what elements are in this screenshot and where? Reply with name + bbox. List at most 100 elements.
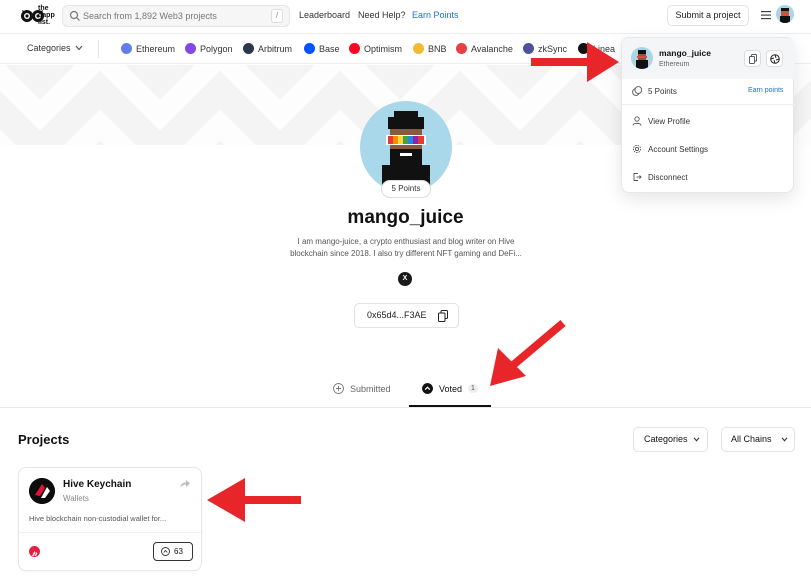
copy-icon [438, 310, 448, 322]
menu-points-row: 5 Points [632, 86, 677, 96]
user-dropdown-menu: mango_juice Ethereum 5 Points Earn point… [621, 37, 795, 193]
profile-username: mango_juice [347, 207, 464, 228]
submit-project-button[interactable]: Submit a project [667, 5, 749, 26]
hive-keychain-logo [29, 478, 55, 504]
menu-user-header: mango_juice Ethereum [622, 38, 795, 79]
keychain-icon [29, 478, 55, 504]
chain-label: Base [319, 43, 340, 54]
user-avatar-button[interactable] [776, 5, 794, 23]
chain-ethereum[interactable]: Ethereum [121, 43, 175, 54]
earn-points-link[interactable]: Earn points [748, 87, 783, 94]
plus-circle-icon [333, 383, 344, 394]
logo-text-line: dapp [38, 12, 55, 19]
logo-text-line: list. [38, 19, 51, 26]
menu-chain-name: Ethereum [659, 61, 690, 68]
tab-submitted[interactable]: Submitted [333, 383, 391, 394]
divider [19, 532, 203, 533]
chain-label: Ethereum [136, 43, 176, 54]
search-placeholder: Search from 1,892 Web3 projects [83, 11, 217, 21]
logo-text-line: the [38, 5, 49, 12]
bnb-icon [413, 43, 424, 54]
user-icon [632, 116, 642, 126]
wallet-address: 0x65d4...F3AE [367, 310, 427, 320]
avalanche-icon [456, 43, 467, 54]
copy-icon [749, 54, 757, 64]
chain-arbitrum[interactable]: Arbitrum [243, 43, 292, 54]
project-card[interactable]: Hive Keychain Wallets Hive blockchain no… [18, 467, 203, 571]
upvote-icon [422, 383, 433, 394]
search-input[interactable]: Search from 1,892 Web3 projects / [62, 5, 290, 27]
x-social-icon[interactable]: X [398, 272, 412, 286]
logout-icon [633, 173, 642, 181]
chain-bnb[interactable]: BNB [413, 43, 447, 54]
earn-points-link[interactable]: Earn Points [412, 10, 459, 20]
dropdown-label: All Chains [731, 434, 772, 444]
chain-avalanche[interactable]: Avalanche [456, 43, 513, 54]
chain-label: Polygon [200, 43, 233, 54]
points-label: 5 Points [648, 86, 677, 96]
categories-filter-dropdown[interactable]: Categories [633, 427, 708, 452]
project-category: Wallets [63, 494, 89, 503]
tab-voted[interactable]: Voted 1 [422, 383, 478, 394]
top-header: the dapp list. Search from 1,892 Web3 pr… [0, 0, 811, 34]
gear-icon [632, 144, 642, 154]
red-arrow-annotation-icon [531, 42, 619, 82]
dropdown-label: Categories [644, 434, 688, 444]
menu-item-view-profile[interactable]: View Profile [632, 116, 690, 126]
leaderboard-link[interactable]: Leaderboard [299, 10, 350, 20]
categories-menu[interactable]: Categories [27, 43, 71, 53]
chevron-down-icon[interactable] [75, 45, 83, 51]
wallet-address-button[interactable]: 0x65d4...F3AE [354, 303, 459, 328]
chain-optimism[interactable]: Optimism [349, 43, 402, 54]
red-arrow-annotation-icon [207, 478, 301, 522]
chain-label: Avalanche [471, 43, 513, 54]
upvote-check-icon [161, 547, 170, 556]
chevron-down-icon [693, 437, 700, 442]
menu-item-disconnect[interactable]: Disconnect [632, 172, 688, 182]
chain-label: Optimism [364, 43, 402, 54]
copy-address-button[interactable] [744, 50, 761, 67]
avatar [631, 47, 653, 69]
vote-count: 63 [174, 547, 183, 556]
voted-count-badge: 1 [468, 384, 478, 393]
hamburger-menu-icon[interactable] [761, 10, 771, 20]
chains-filter-dropdown[interactable]: All Chains [721, 427, 795, 452]
profile-bio: I am mango-juice, a crypto enthusiast an… [290, 237, 522, 258]
menu-item-label: Disconnect [648, 172, 688, 182]
tab-label: Voted [439, 383, 463, 394]
chevron-down-icon [781, 437, 788, 442]
share-icon[interactable] [180, 480, 190, 488]
vote-button[interactable]: 63 [153, 542, 193, 561]
menu-item-label: Account Settings [648, 144, 709, 154]
coins-icon [632, 86, 642, 96]
chain-polygon[interactable]: Polygon [185, 43, 233, 54]
polygon-icon [185, 43, 196, 54]
optimism-icon [349, 43, 360, 54]
divider [0, 407, 811, 408]
chain-base[interactable]: Base [304, 43, 340, 54]
logo-wordmark: the dapp list. [38, 5, 55, 26]
divider [622, 104, 795, 105]
menu-username: mango_juice [659, 48, 711, 58]
chain-label: BNB [428, 43, 447, 54]
pixel-avatar-icon [780, 8, 790, 23]
projects-heading: Projects [18, 432, 70, 447]
ethereum-icon [121, 43, 132, 54]
chain-label: Arbitrum [258, 43, 293, 54]
tab-label: Submitted [350, 383, 391, 394]
red-arrow-annotation-icon [490, 319, 566, 386]
project-title[interactable]: Hive Keychain [63, 479, 131, 490]
aperture-icon [770, 54, 780, 64]
arbitrum-icon [243, 43, 254, 54]
points-badge: 5 Points [381, 180, 431, 198]
base-icon [304, 43, 315, 54]
project-description: Hive blockchain non-custodial wallet for… [29, 514, 167, 523]
menu-item-account-settings[interactable]: Account Settings [632, 144, 708, 154]
divider [98, 40, 99, 58]
need-help-link[interactable]: Need Help? [358, 10, 406, 20]
network-settings-button[interactable] [766, 50, 783, 67]
hive-chain-icon [29, 546, 40, 557]
search-shortcut-key: / [271, 9, 283, 23]
search-icon [69, 10, 80, 21]
pixel-avatar-icon [636, 50, 648, 69]
